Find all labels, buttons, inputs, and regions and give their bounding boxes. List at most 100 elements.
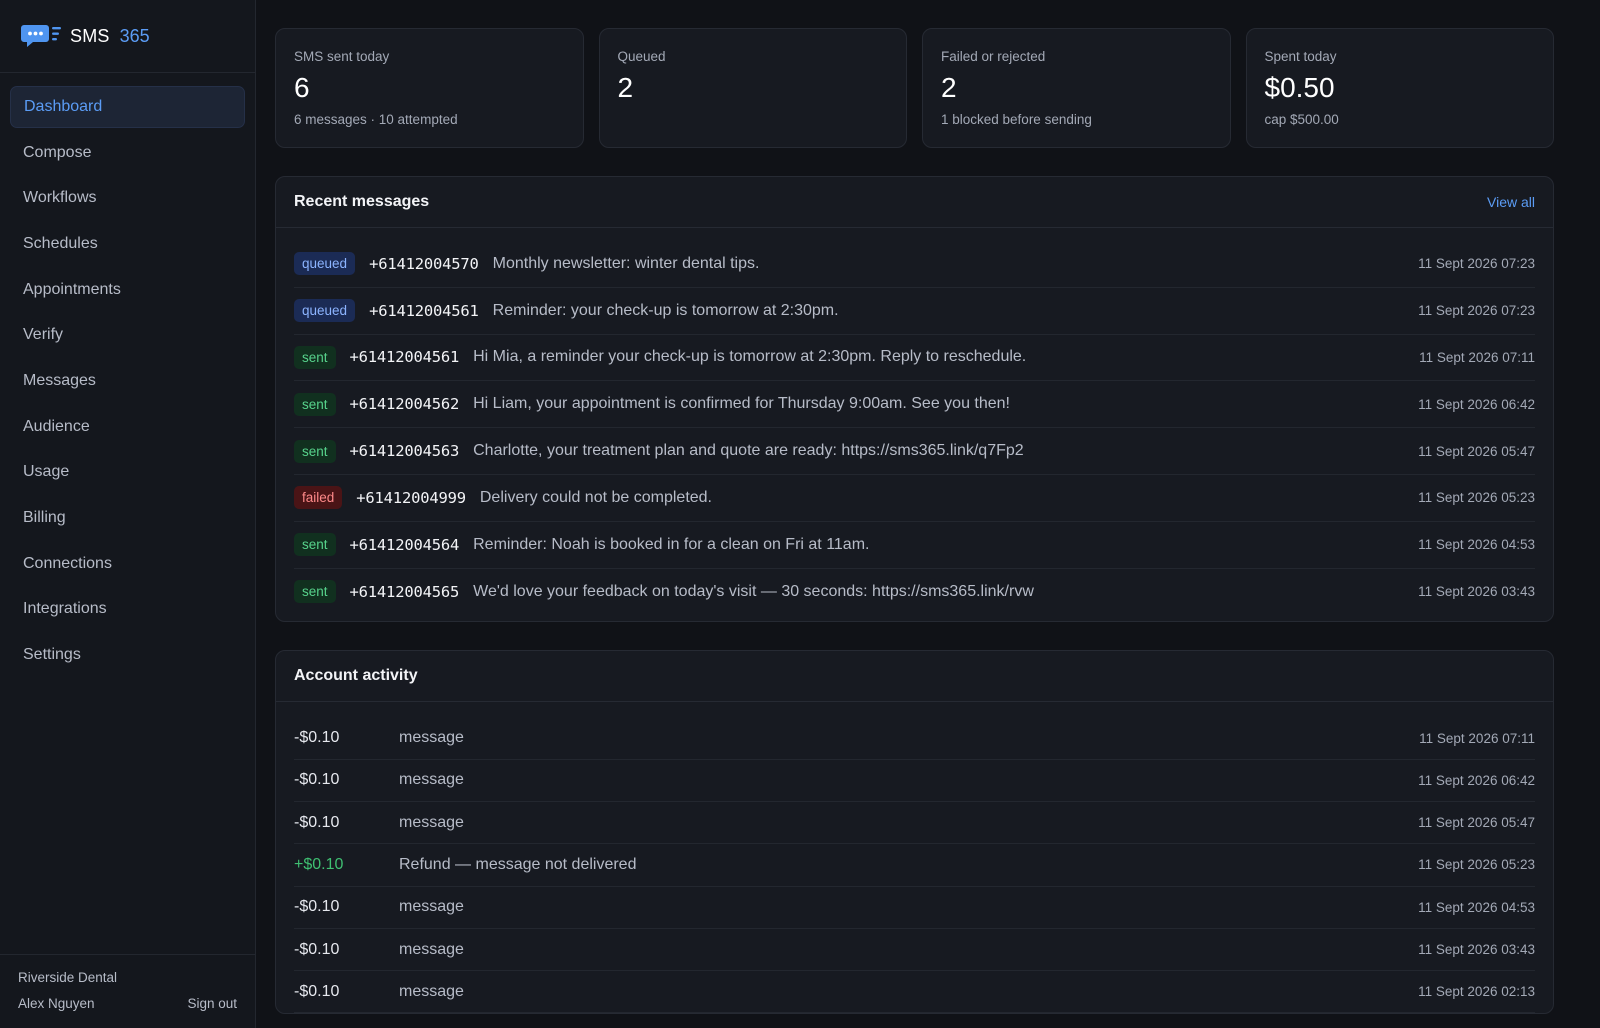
stat-label: Failed or rejected xyxy=(941,49,1046,64)
list-item: -$0.10 message 11 Sept 2026 02:13 xyxy=(294,971,1535,1014)
timestamp: 11 Sept 2026 04:53 xyxy=(1418,537,1535,553)
timestamp: 11 Sept 2026 03:43 xyxy=(1418,584,1535,600)
brand-accent: 365 xyxy=(119,25,150,46)
user-name: Alex Nguyen xyxy=(18,996,95,1011)
recent-messages-panel: Recent messages View all queued +61412004… xyxy=(275,176,1554,623)
amount: -$0.10 xyxy=(294,729,340,747)
amount: -$0.10 xyxy=(294,813,340,831)
timestamp: 11 Sept 2026 07:23 xyxy=(1418,303,1535,319)
amount: -$0.10 xyxy=(294,982,340,1000)
sidebar-item-appointments[interactable]: Appointments xyxy=(10,269,245,311)
brand-name: SMS xyxy=(70,25,110,46)
timestamp: 11 Sept 2026 05:23 xyxy=(1418,490,1535,506)
sidebar-item-compose[interactable]: Compose xyxy=(10,132,245,174)
amount: -$0.10 xyxy=(294,940,340,958)
stat-card-spent: Spent today $0.50 cap $500.00 xyxy=(1245,28,1554,148)
list-item: -$0.10 message 11 Sept 2026 03:43 xyxy=(294,929,1535,972)
message-text: We'd love your feedback on today's visit… xyxy=(473,582,1034,600)
stat-label: Queued xyxy=(617,49,666,64)
list-item: +$0.10 Refund — message not delivered 11 S… xyxy=(294,844,1535,887)
chat-bubble-icon xyxy=(21,25,61,47)
table-row[interactable]: queued +61412004561 Reminder: your check-u… xyxy=(294,288,1535,335)
timestamp: 11 Sept 2026 03:43 xyxy=(1418,942,1535,957)
amount: +$0.10 xyxy=(294,855,344,873)
status-badge: queued xyxy=(294,252,356,276)
sidebar-item-verify[interactable]: Verify xyxy=(10,314,245,356)
status-badge: sent xyxy=(294,439,336,463)
sidebar-item-workflows[interactable]: Workflows xyxy=(10,177,245,219)
amount: -$0.10 xyxy=(294,771,340,789)
list-item: -$0.10 message 11 Sept 2026 04:53 xyxy=(294,887,1535,929)
status-badge: sent xyxy=(294,345,336,369)
table-row[interactable]: failed +61412004999 Delivery could not be … xyxy=(294,475,1535,522)
message-list: queued +61412004570 Monthly newsletter: wi… xyxy=(276,228,1553,621)
sidebar-item-schedules[interactable]: Schedules xyxy=(10,223,245,265)
timestamp: 11 Sept 2026 04:53 xyxy=(1418,899,1535,915)
status-badge: sent xyxy=(294,580,336,604)
message-text: Delivery could not be completed. xyxy=(479,488,712,506)
view-all-link[interactable]: View all xyxy=(1487,194,1535,210)
sidebar-item-audience[interactable]: Audience xyxy=(10,406,245,448)
table-row[interactable]: sent +61412004565 We'd love your feedback … xyxy=(294,569,1535,616)
sidebar-item-settings[interactable]: Settings xyxy=(10,634,245,676)
stat-sub: 1 blocked before sending xyxy=(941,112,1092,127)
stats-row: SMS sent today 6 6 messages · 10 attempt… xyxy=(275,28,1554,148)
activity-description: message xyxy=(399,982,464,1000)
table-row[interactable]: sent +61412004562 Hi Liam, your appointmen… xyxy=(294,381,1535,429)
phone-number: +61412004562 xyxy=(349,395,460,414)
status-badge: failed xyxy=(294,486,343,510)
sidebar-item-usage[interactable]: Usage xyxy=(10,452,245,494)
account-activity-header: Account activity xyxy=(276,651,1553,703)
message-text: Monthly newsletter: winter dental tips. xyxy=(492,254,760,272)
stat-card-queued: Queued 2 xyxy=(598,28,907,148)
table-row[interactable]: sent +61412004561 Hi Mia, a reminder your … xyxy=(294,335,1535,382)
account-activity-panel: Account activity -$0.10 message 11 Sept 20… xyxy=(275,650,1554,1015)
sidebar-item-billing[interactable]: Billing xyxy=(10,497,245,539)
recent-messages-header: Recent messages View all xyxy=(276,177,1553,228)
activity-description: message xyxy=(399,771,464,789)
status-badge: sent xyxy=(294,392,336,416)
panel-title: Account activity xyxy=(294,667,418,685)
amount: -$0.10 xyxy=(294,898,340,916)
timestamp: 11 Sept 2026 02:13 xyxy=(1418,984,1535,1000)
message-text: Hi Liam, your appointment is confirmed f… xyxy=(473,395,1010,413)
activity-description: message xyxy=(399,940,464,958)
sidebar-item-messages[interactable]: Messages xyxy=(10,360,245,402)
timestamp: 11 Sept 2026 07:11 xyxy=(1419,730,1535,746)
table-row[interactable]: queued +61412004570 Monthly newsletter: wi… xyxy=(294,241,1535,288)
phone-number: +61412004563 xyxy=(349,442,460,461)
stat-card-failed: Failed or rejected 2 1 blocked before se… xyxy=(922,28,1231,148)
phone-number: +61412004570 xyxy=(369,254,479,273)
phone-number: +61412004561 xyxy=(349,348,460,367)
stat-sub: cap $500.00 xyxy=(1264,112,1339,127)
phone-number: +61412004561 xyxy=(369,301,479,320)
main-content: SMS sent today 6 6 messages · 10 attempt… xyxy=(256,0,1600,1028)
timestamp: 11 Sept 2026 05:23 xyxy=(1418,857,1535,873)
timestamp: 11 Sept 2026 06:42 xyxy=(1418,396,1535,412)
list-item: -$0.10 message 11 Sept 2026 07:11 xyxy=(294,717,1535,760)
sidebar: SMS 365 Dashboard Compose Workflows Sche… xyxy=(0,0,256,1028)
sign-out-button[interactable]: Sign out xyxy=(187,996,237,1011)
table-row[interactable]: sent +61412004564 Reminder: Noah is booked… xyxy=(294,522,1535,569)
sidebar-item-integrations[interactable]: Integrations xyxy=(10,589,245,631)
sidebar-item-connections[interactable]: Connections xyxy=(10,543,245,585)
stat-label: Spent today xyxy=(1264,49,1337,64)
status-badge: sent xyxy=(294,533,336,557)
activity-list: -$0.10 message 11 Sept 2026 07:11 -$0.10 mes… xyxy=(276,702,1553,1014)
table-row[interactable]: sent +61412004563 Charlotte, your treatmen… xyxy=(294,428,1535,475)
activity-description: message xyxy=(399,729,464,747)
sidebar-nav: Dashboard Compose Workflows Schedules Ap… xyxy=(0,73,255,689)
brand[interactable]: SMS 365 xyxy=(0,0,255,73)
stat-value: $0.50 xyxy=(1264,72,1335,103)
stat-card-sent: SMS sent today 6 6 messages · 10 attempt… xyxy=(275,28,584,148)
phone-number: +61412004565 xyxy=(349,582,460,601)
stat-value: 2 xyxy=(617,72,634,103)
timestamp: 11 Sept 2026 06:42 xyxy=(1418,772,1535,788)
message-text: Charlotte, your treatment plan and quote… xyxy=(473,442,1024,460)
sidebar-item-dashboard[interactable]: Dashboard xyxy=(10,86,245,128)
stat-label: SMS sent today xyxy=(294,49,390,64)
list-item: -$0.10 message 11 Sept 2026 05:47 xyxy=(294,802,1535,845)
phone-number: +61412004564 xyxy=(349,535,460,554)
timestamp: 11 Sept 2026 07:11 xyxy=(1419,349,1535,365)
timestamp: 11 Sept 2026 07:23 xyxy=(1418,256,1535,272)
